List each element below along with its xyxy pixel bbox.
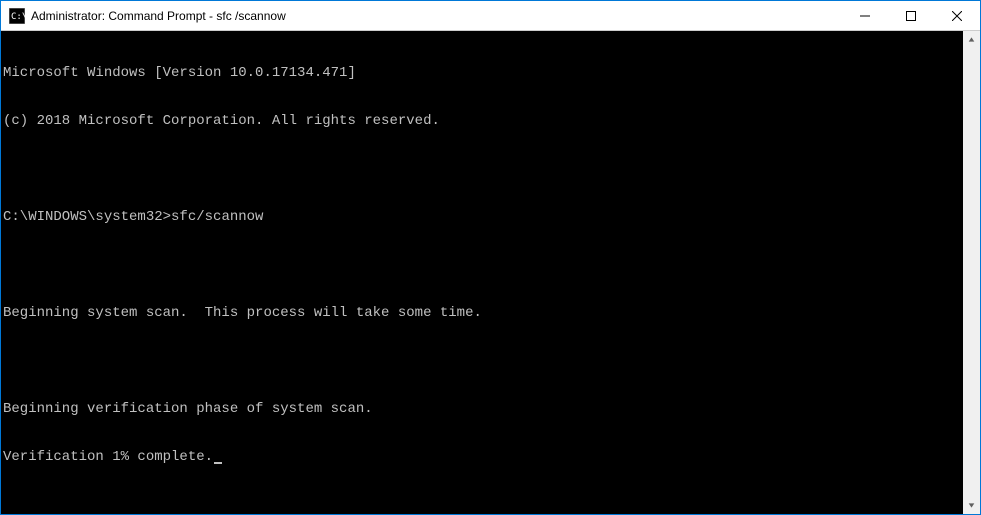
scroll-track[interactable] — [963, 48, 980, 497]
content-wrapper: Microsoft Windows [Version 10.0.17134.47… — [1, 31, 980, 514]
terminal-line: Beginning verification phase of system s… — [3, 401, 963, 417]
terminal-line — [3, 353, 963, 369]
terminal-line: Verification 1% complete. — [3, 449, 963, 465]
scroll-down-button[interactable] — [963, 497, 980, 514]
command-line: C:\WINDOWS\system32>sfc/scannow — [3, 209, 963, 225]
terminal-line — [3, 161, 963, 177]
minimize-button[interactable] — [842, 1, 888, 30]
cursor-icon — [214, 462, 222, 464]
window-controls — [842, 1, 980, 30]
terminal-line — [3, 257, 963, 273]
svg-text:C:\: C:\ — [11, 12, 25, 22]
scroll-up-button[interactable] — [963, 31, 980, 48]
terminal-line: (c) 2018 Microsoft Corporation. All righ… — [3, 113, 963, 129]
progress-text: Verification 1% complete. — [3, 449, 213, 465]
window-title: Administrator: Command Prompt - sfc /sca… — [31, 1, 842, 31]
cmd-icon: C:\ — [9, 8, 25, 24]
typed-command: sfc/scannow — [171, 209, 263, 225]
terminal-output[interactable]: Microsoft Windows [Version 10.0.17134.47… — [1, 31, 963, 514]
prompt-path: C:\WINDOWS\system32> — [3, 209, 171, 225]
close-button[interactable] — [934, 1, 980, 30]
maximize-button[interactable] — [888, 1, 934, 30]
titlebar[interactable]: C:\ Administrator: Command Prompt - sfc … — [1, 1, 980, 31]
terminal-line: Beginning system scan. This process will… — [3, 305, 963, 321]
terminal-line: Microsoft Windows [Version 10.0.17134.47… — [3, 65, 963, 81]
vertical-scrollbar[interactable] — [963, 31, 980, 514]
